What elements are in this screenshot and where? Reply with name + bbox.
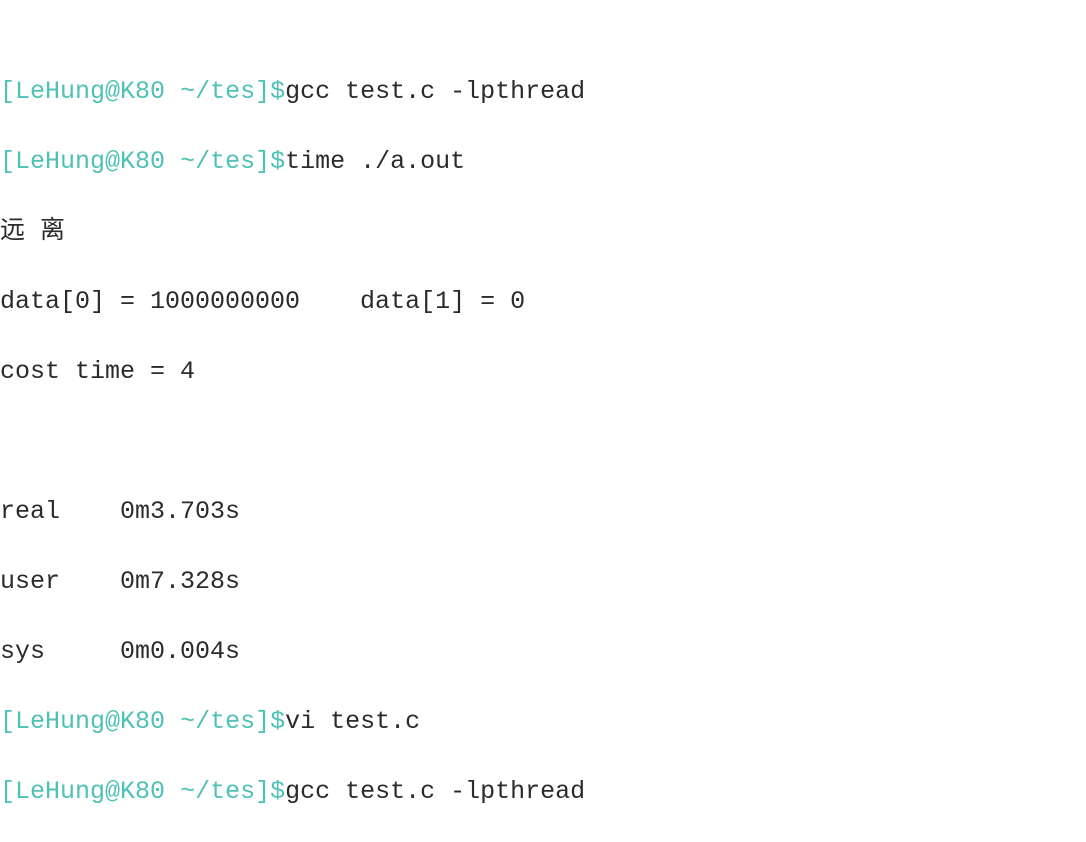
terminal-output[interactable]: [LeHung@K80 ~/tes]$gcc test.c -lpthread … [0,0,1086,842]
prompt-user: LeHung [15,77,105,106]
prompt-symbol-icon: $ [270,707,285,736]
prompt-path: ~/tes [180,147,255,176]
prompt-path: ~/tes [180,777,255,806]
bracket-close-icon: ] [255,707,270,736]
prompt-user: LeHung [15,707,105,736]
output-blank [0,424,1086,459]
prompt-symbol-icon: $ [270,147,285,176]
space [165,707,180,736]
bracket-open-icon: [ [0,147,15,176]
prompt-user: LeHung [15,147,105,176]
at-symbol: @ [105,77,120,106]
prompt-line: [LeHung@K80 ~/tes]$vi test.c [0,704,1086,739]
bracket-open-icon: [ [0,707,15,736]
at-symbol: @ [105,147,120,176]
output-line: 远 离 [0,214,1086,249]
output-line: data[0] = 1000000000 data[1] = 0 [0,284,1086,319]
space [165,777,180,806]
time-user: user 0m7.328s [0,564,1086,599]
command-text: vi test.c [285,707,420,736]
prompt-symbol-icon: $ [270,77,285,106]
time-real: real 0m3.703s [0,494,1086,529]
output-line: cost time = 4 [0,354,1086,389]
prompt-line: [LeHung@K80 ~/tes]$gcc test.c -lpthread [0,774,1086,809]
prompt-path: ~/tes [180,707,255,736]
command-text: gcc test.c -lpthread [285,777,585,806]
prompt-symbol-icon: $ [270,777,285,806]
bracket-close-icon: ] [255,147,270,176]
at-symbol: @ [105,777,120,806]
prompt-line: [LeHung@K80 ~/tes]$time ./a.out [0,144,1086,179]
time-sys: sys 0m0.004s [0,634,1086,669]
prompt-host: K80 [120,147,165,176]
bracket-close-icon: ] [255,77,270,106]
bracket-close-icon: ] [255,777,270,806]
prompt-user: LeHung [15,777,105,806]
prompt-host: K80 [120,707,165,736]
prompt-path: ~/tes [180,77,255,106]
prompt-host: K80 [120,77,165,106]
command-text: gcc test.c -lpthread [285,77,585,106]
space [165,77,180,106]
bracket-open-icon: [ [0,77,15,106]
prompt-line: [LeHung@K80 ~/tes]$gcc test.c -lpthread [0,74,1086,109]
at-symbol: @ [105,707,120,736]
bracket-open-icon: [ [0,777,15,806]
command-text: time ./a.out [285,147,465,176]
prompt-host: K80 [120,777,165,806]
space [165,147,180,176]
